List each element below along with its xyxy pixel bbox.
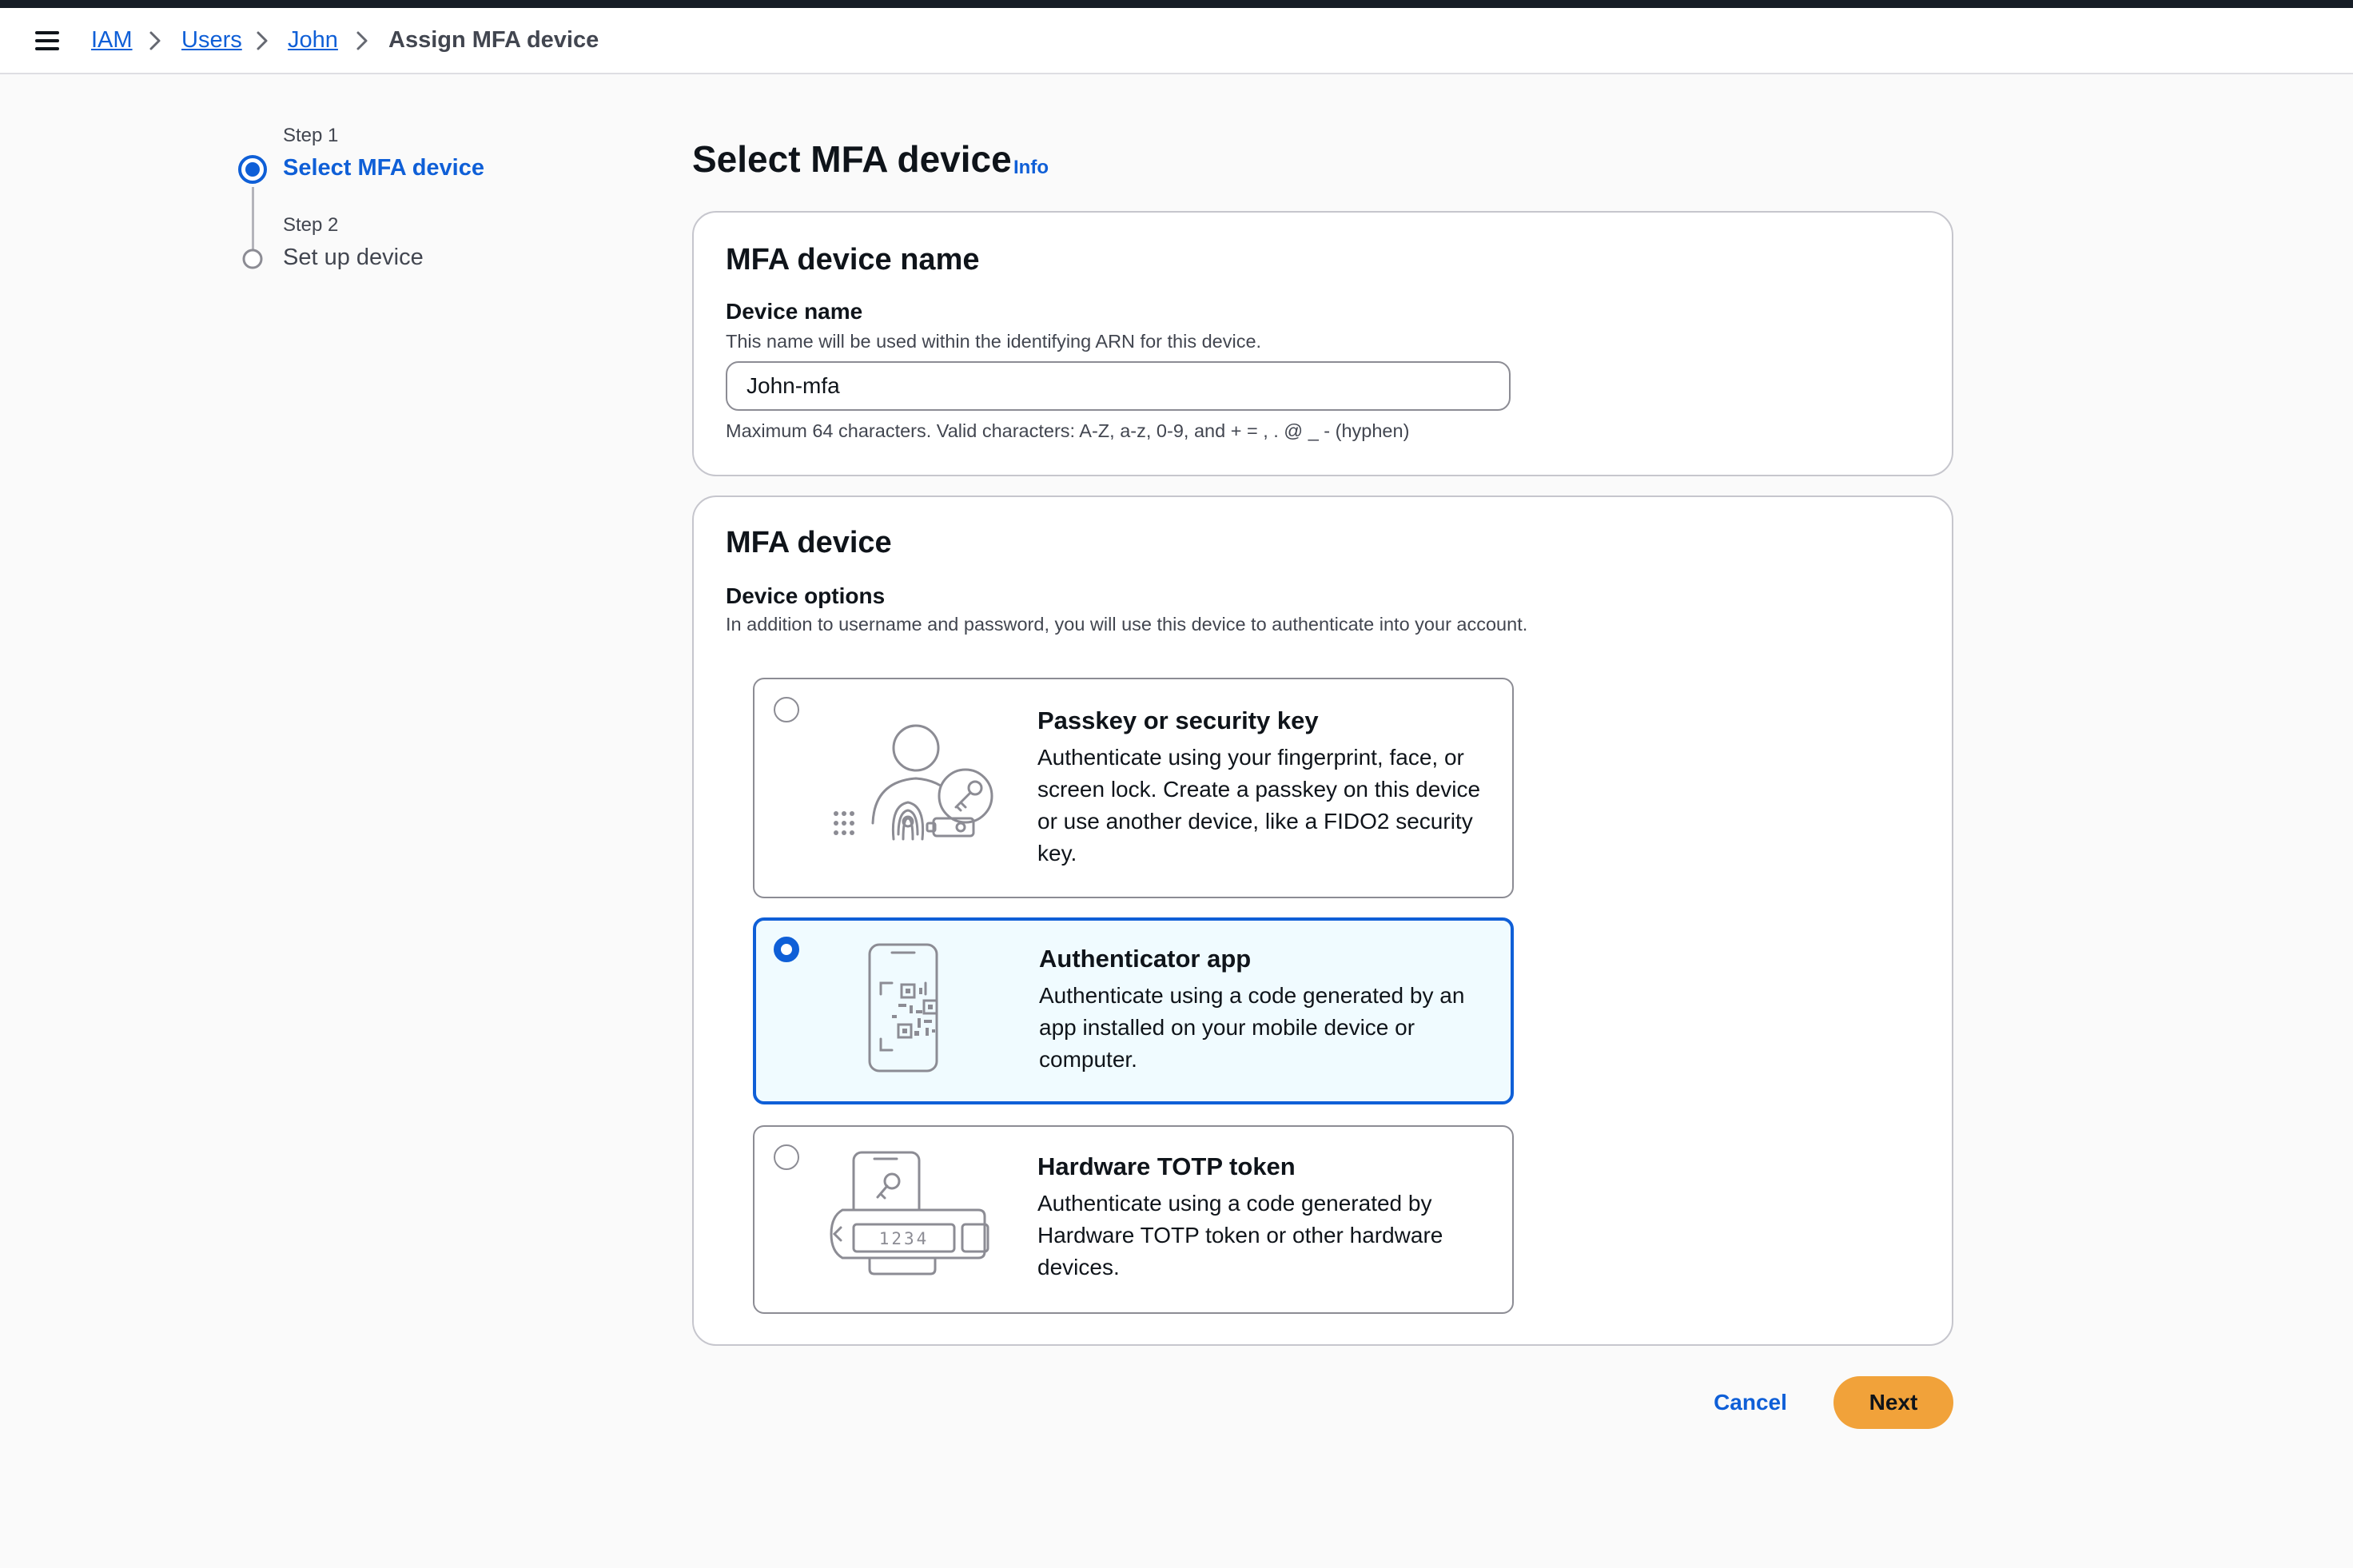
breadcrumb-link-users[interactable]: Users [181,26,242,54]
next-button[interactable]: Next [1833,1376,1953,1429]
option-passkey-radio[interactable] [774,697,799,722]
panel-title: MFA device [726,526,892,559]
step-inactive-icon [242,249,263,269]
breadcrumb-link-john[interactable]: John [288,26,338,54]
page-title: Select MFA device [692,138,1012,180]
panel-title: MFA device name [726,243,980,277]
chevron-right-icon [257,31,268,50]
device-name-label: Device name [726,299,863,324]
step-1-caption: Step 1 [283,125,339,146]
step-2-title: Set up device [283,245,424,270]
device-options-label: Device options [726,583,886,608]
device-name-panel: MFA device name Device name This name wi… [692,211,1953,476]
menu-icon[interactable] [35,30,61,52]
info-link[interactable]: Info [1013,157,1049,179]
device-name-description: This name will be used within the identi… [726,331,1262,352]
chevron-right-icon [149,31,161,50]
top-bar: IAM Users John Assign MFA device [0,8,2353,74]
chevron-right-icon [356,31,368,50]
step-active-icon [238,155,267,184]
option-authenticator-app-radio[interactable] [774,937,799,962]
authenticator-app-icon [868,943,938,1073]
option-hardware-totp-radio[interactable] [774,1144,799,1170]
option-title: Passkey or security key [1037,706,1319,734]
option-hardware-totp[interactable]: 1234 Hardware TOTP token Authenticate us… [753,1125,1514,1314]
passkey-icon [834,724,993,841]
option-authenticator-app[interactable]: Authenticator app Authenticate using a c… [753,917,1514,1104]
device-options-description: In addition to username and password, yo… [726,614,1528,635]
option-title: Authenticator app [1039,945,1252,973]
option-description: Authenticate using a code generated by a… [1039,983,1465,1072]
device-name-constraint: Maximum 64 characters. Valid characters:… [726,420,1410,441]
option-title: Hardware TOTP token [1037,1152,1296,1180]
step-2-caption: Step 2 [283,214,339,236]
device-name-input[interactable] [726,361,1511,411]
option-passkey[interactable]: Passkey or security key Authenticate usi… [753,678,1514,898]
step-1-title[interactable]: Select MFA device [283,155,484,181]
step-connector [252,187,254,251]
option-description: Authenticate using your fingerprint, fac… [1037,745,1481,866]
cancel-button[interactable]: Cancel [1701,1376,1800,1429]
option-description: Authenticate using a code generated by H… [1037,1191,1443,1279]
mfa-device-panel: MFA device Device options In addition to… [692,495,1953,1346]
breadcrumb-link-iam[interactable]: IAM [91,26,133,54]
breadcrumb-current: Assign MFA device [388,27,599,53]
top-strip [0,0,2353,8]
hardware-token-icon: 1234 [830,1151,989,1275]
token-display: 1234 [879,1229,930,1248]
